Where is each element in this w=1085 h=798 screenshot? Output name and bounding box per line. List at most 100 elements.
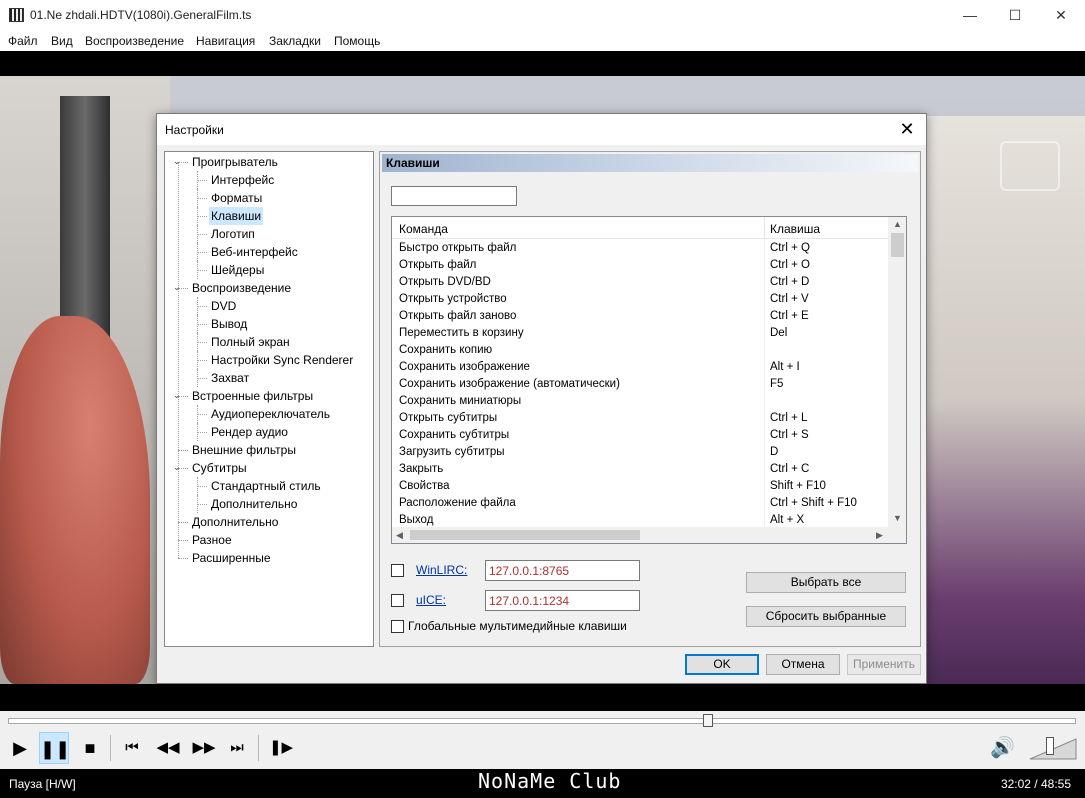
tree-item[interactable]: Полный экран [209, 333, 292, 351]
vertical-scrollbar[interactable]: ▲ ▼ [888, 217, 906, 527]
hotkey-row[interactable]: Сохранить субтитры Ctrl + S [392, 427, 888, 444]
hotkey-row[interactable]: Открыть субтитры Ctrl + L [392, 410, 888, 427]
tree-item[interactable]: Воспроизведение [190, 279, 293, 297]
hotkey-row[interactable]: Открыть устройство Ctrl + V [392, 291, 888, 308]
tree-item[interactable]: Субтитры [190, 459, 249, 477]
winlirc-address-input[interactable] [485, 560, 640, 581]
menu-bar: Файл Вид Воспроизведение Навигация Закла… [0, 31, 1085, 51]
cancel-button[interactable]: Отмена [766, 654, 840, 675]
next-icon[interactable]: ⏭ [222, 732, 252, 764]
scroll-left-icon[interactable]: ◀ [396, 530, 403, 541]
tree-collapse-icon[interactable]: ⌄ [173, 283, 182, 292]
hotkey-row[interactable]: Свойства Shift + F10 [392, 478, 888, 495]
tree-item[interactable]: Форматы [209, 189, 264, 207]
tree-item[interactable]: Разное [190, 531, 234, 549]
hotkey-row[interactable]: Быстро открыть файл Ctrl + Q [392, 240, 888, 257]
select-all-button[interactable]: Выбрать все [746, 572, 906, 593]
scroll-down-icon[interactable]: ▼ [893, 513, 902, 523]
hotkey-row[interactable]: Переместить в корзину Del [392, 325, 888, 342]
channel-logo-icon [1000, 141, 1060, 191]
tree-item[interactable]: Интерфейс [209, 171, 276, 189]
global-media-keys-label[interactable]: Глобальные мультимедийные клавиши [408, 619, 627, 633]
volume-icon[interactable]: 🔊 [990, 735, 1018, 761]
tree-item[interactable]: Клавиши [209, 207, 264, 225]
hotkey-row[interactable]: Сохранить изображение (автоматически) F5 [392, 376, 888, 393]
menu-navigate[interactable]: Навигация [196, 34, 255, 48]
pause-icon[interactable]: ❚❚ [39, 732, 70, 764]
tree-item[interactable]: Захват [209, 369, 251, 387]
tree-branch-line [178, 522, 188, 523]
status-bar: Пауза [H/W] NoNaMe Club 32:02 / 48:55 [0, 769, 1085, 798]
video-person [0, 316, 150, 684]
menu-file[interactable]: Файл [8, 34, 38, 48]
tree-item[interactable]: DVD [209, 297, 238, 315]
winlirc-link[interactable]: WinLIRC: [416, 563, 467, 577]
dialog-title: Настройки [165, 123, 224, 137]
vertical-scroll-thumb[interactable] [891, 233, 904, 257]
dialog-close-button[interactable]: ✕ [896, 118, 918, 140]
column-key[interactable]: Клавиша [770, 222, 820, 236]
tree-item[interactable]: Расширенные [190, 549, 273, 567]
tree-item[interactable]: Внешние фильтры [190, 441, 298, 459]
volume-thumb[interactable] [1045, 737, 1054, 755]
hotkey-row[interactable]: Закрыть Ctrl + C [392, 461, 888, 478]
hotkey-row[interactable]: Сохранить изображение Alt + I [392, 359, 888, 376]
hotkey-row[interactable]: Открыть файл заново Ctrl + E [392, 308, 888, 325]
hotkey-list[interactable]: Команда Клавиша Быстро открыть файл Ctrl … [391, 216, 907, 544]
filter-input[interactable] [391, 186, 517, 206]
column-command[interactable]: Команда [399, 222, 448, 236]
fast-forward-icon[interactable]: ▶▶ [189, 732, 219, 764]
tree-item[interactable]: Веб-интерфейс [209, 243, 300, 261]
tree-collapse-icon[interactable]: ⌄ [173, 463, 182, 472]
ok-button[interactable]: OK [685, 654, 759, 675]
horizontal-scrollbar[interactable]: ◀ ▶ [392, 527, 888, 543]
hotkey-command: Открыть файл [399, 259, 477, 271]
tree-item[interactable]: Вывод [209, 315, 249, 333]
hotkey-row[interactable]: Сохранить копию [392, 342, 888, 359]
seek-thumb[interactable] [702, 714, 713, 727]
minimize-button[interactable]: — [958, 5, 982, 25]
tree-item[interactable]: Проигрыватель [190, 153, 280, 171]
hotkey-row[interactable]: Загрузить субтитры D [392, 444, 888, 461]
tree-item[interactable]: Логотип [209, 225, 257, 243]
hotkey-row[interactable]: Открыть DVD/BD Ctrl + D [392, 274, 888, 291]
previous-icon[interactable]: ⏮ [117, 732, 147, 764]
uice-address-input[interactable] [485, 590, 640, 611]
uice-link[interactable]: uICE: [416, 593, 446, 607]
stop-icon[interactable]: ■ [75, 732, 105, 764]
seek-bar[interactable] [8, 718, 1076, 724]
tree-collapse-icon[interactable]: ⌄ [173, 157, 182, 166]
hotkey-row[interactable]: Открыть файл Ctrl + O [392, 257, 888, 274]
tree-item[interactable]: Настройки Sync Renderer [209, 351, 355, 369]
reset-selected-button[interactable]: Сбросить выбранные [746, 606, 906, 627]
global-media-keys-checkbox[interactable] [391, 620, 404, 633]
apply-button[interactable]: Применить [847, 654, 921, 675]
hotkey-row[interactable]: Расположение файла Ctrl + Shift + F10 [392, 495, 888, 512]
tree-item[interactable]: Дополнительно [209, 495, 299, 513]
hotkey-row[interactable]: Сохранить миниатюры [392, 393, 888, 410]
scroll-right-icon[interactable]: ▶ [876, 530, 883, 541]
tree-item[interactable]: Стандартный стиль [209, 477, 323, 495]
uice-checkbox[interactable] [391, 594, 404, 607]
tree-collapse-icon[interactable]: ⌄ [173, 391, 182, 400]
tree-item[interactable]: Рендер аудио [209, 423, 290, 441]
horizontal-scroll-thumb[interactable] [410, 530, 640, 540]
tree-item[interactable]: Аудиопереключатель [209, 405, 332, 423]
menu-view[interactable]: Вид [51, 34, 73, 48]
tree-item[interactable]: Встроенные фильтры [190, 387, 315, 405]
menu-bookmarks[interactable]: Закладки [269, 34, 321, 48]
menu-playback[interactable]: Воспроизведение [85, 34, 184, 48]
rewind-icon[interactable]: ◀◀ [153, 732, 183, 764]
hotkey-command: Открыть файл заново [399, 310, 517, 322]
tree-branch-line [178, 540, 188, 541]
winlirc-checkbox[interactable] [391, 564, 404, 577]
hotkey-key: Alt + I [770, 361, 800, 373]
play-icon[interactable]: ▶ [5, 732, 35, 764]
close-button[interactable]: ✕ [1049, 5, 1073, 25]
scroll-up-icon[interactable]: ▲ [893, 219, 902, 229]
tree-item[interactable]: Дополнительно [190, 513, 280, 531]
maximize-button[interactable]: ☐ [1003, 5, 1027, 25]
menu-help[interactable]: Помощь [334, 34, 380, 48]
tree-item[interactable]: Шейдеры [209, 261, 266, 279]
frame-step-icon[interactable]: ❚▶ [266, 732, 296, 764]
